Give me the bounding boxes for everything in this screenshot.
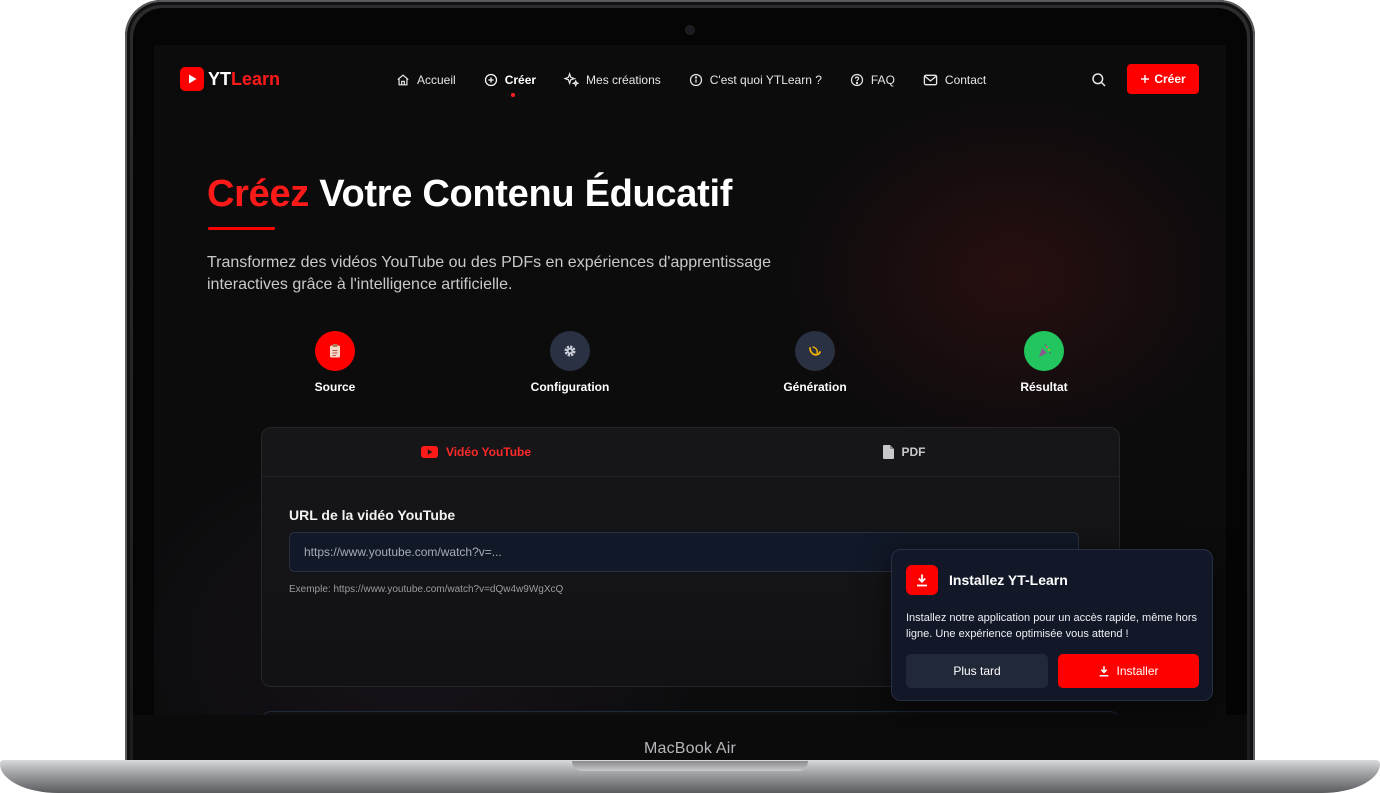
- spinner-icon: [795, 331, 835, 371]
- step-resultat: Résultat: [974, 331, 1114, 394]
- search-icon[interactable]: [1091, 72, 1107, 88]
- title-underline: [208, 227, 275, 230]
- tab-label: PDF: [901, 445, 926, 459]
- download-icon: [906, 565, 938, 595]
- sparkles-icon: [564, 72, 580, 87]
- nav-label: Mes créations: [586, 72, 661, 87]
- brand-logo[interactable]: YTLearn: [180, 67, 280, 91]
- navbar: YTLearn Accueil Créer Mes créations C'es…: [154, 45, 1226, 115]
- nav-item-about[interactable]: C'est quoi YTLearn ?: [689, 72, 822, 87]
- nav-label: C'est quoi YTLearn ?: [709, 72, 822, 87]
- install-popup-text: Installez notre application pour un accè…: [906, 612, 1198, 640]
- file-icon: [882, 445, 894, 459]
- nav-item-creer[interactable]: Créer: [484, 72, 537, 97]
- tab-youtube[interactable]: Vidéo YouTube: [262, 428, 690, 476]
- step-configuration: Configuration: [500, 331, 640, 394]
- nav-item-contact[interactable]: Contact: [923, 72, 986, 87]
- device-label: MacBook Air: [643, 740, 736, 757]
- install-popup-title: Installez YT-Learn: [949, 572, 1068, 588]
- mail-icon: [923, 74, 938, 85]
- active-indicator: [510, 93, 515, 97]
- plus-circle-icon: [484, 73, 497, 86]
- nav-item-accueil[interactable]: Accueil: [396, 72, 456, 87]
- nav-label: Contact: [944, 72, 987, 87]
- page-subtitle: Transformez des vidéos YouTube ou des PD…: [207, 254, 771, 293]
- step-generation: Génération: [745, 331, 885, 394]
- create-button-label: Créer: [1154, 72, 1186, 86]
- download-icon: [1100, 666, 1109, 677]
- nav-label: FAQ: [870, 72, 895, 87]
- create-button[interactable]: Créer: [1127, 64, 1199, 94]
- plus-icon: [1141, 75, 1150, 83]
- play-logo-icon: [180, 67, 204, 91]
- url-field-label: URL de la vidéo YouTube: [289, 507, 456, 523]
- later-button-label: Plus tard: [953, 664, 1001, 678]
- step-label: Source: [314, 380, 356, 394]
- nav-label: Accueil: [417, 72, 456, 87]
- step-source: Source: [265, 331, 405, 394]
- step-label: Génération: [783, 380, 847, 394]
- later-button[interactable]: Plus tard: [906, 654, 1048, 688]
- page-title: Créez Votre Contenu Éducatif: [207, 173, 733, 215]
- url-example-hint: Exemple: https://www.youtube.com/watch?v…: [289, 584, 564, 595]
- nav-item-mes-creations[interactable]: Mes créations: [564, 72, 661, 87]
- help-circle-icon: [850, 73, 864, 86]
- install-button-label: Installer: [1116, 664, 1159, 678]
- step-label: Configuration: [530, 380, 610, 394]
- home-icon: [397, 73, 409, 85]
- nav-label: Créer: [504, 72, 537, 87]
- laptop-notch: [572, 761, 808, 771]
- nav-item-faq[interactable]: FAQ: [850, 72, 895, 87]
- camera-icon: [686, 26, 694, 34]
- youtube-icon: [420, 446, 438, 458]
- info-icon: [689, 73, 702, 86]
- install-popup: Installez YT-Learn Installez notre appli…: [891, 549, 1213, 701]
- tab-label: Vidéo YouTube: [445, 445, 532, 459]
- gear-icon: [550, 331, 590, 371]
- party-icon: [1024, 331, 1064, 371]
- nav-links: Accueil Créer Mes créations C'est quoi Y…: [396, 72, 986, 97]
- source-tabs: Vidéo YouTube PDF: [262, 428, 1119, 477]
- brand-name: YTLearn: [208, 68, 281, 89]
- install-button[interactable]: Installer: [1058, 654, 1199, 688]
- clipboard-icon: [315, 331, 355, 371]
- tab-pdf[interactable]: PDF: [690, 428, 1118, 476]
- step-label: Résultat: [1020, 380, 1068, 394]
